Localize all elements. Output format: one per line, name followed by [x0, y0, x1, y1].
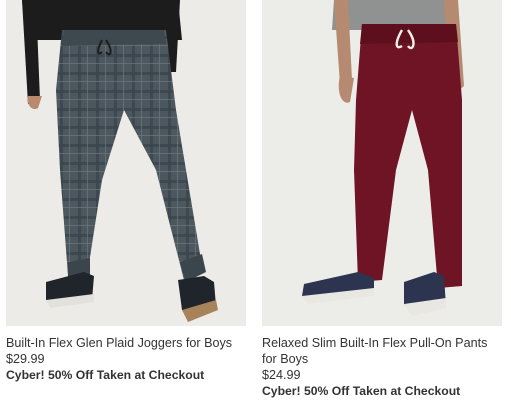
- product-title[interactable]: Relaxed Slim Built-In Flex Pull-On Pants…: [262, 335, 502, 367]
- promo-text: Cyber! 50% Off Taken at Checkout: [262, 384, 461, 398]
- product-price: $24.99: [262, 368, 301, 382]
- product-card[interactable]: Relaxed Slim Built-In Flex Pull-On Pants…: [262, 0, 502, 399]
- product-title[interactable]: Built-In Flex Glen Plaid Joggers for Boy…: [6, 335, 246, 351]
- product-image[interactable]: [262, 0, 502, 326]
- promo-text: Cyber! 50% Off Taken at Checkout: [6, 368, 205, 382]
- product-card[interactable]: Built-In Flex Glen Plaid Joggers for Boy…: [6, 0, 246, 383]
- product-price: $29.99: [6, 352, 45, 366]
- product-image[interactable]: [6, 0, 246, 326]
